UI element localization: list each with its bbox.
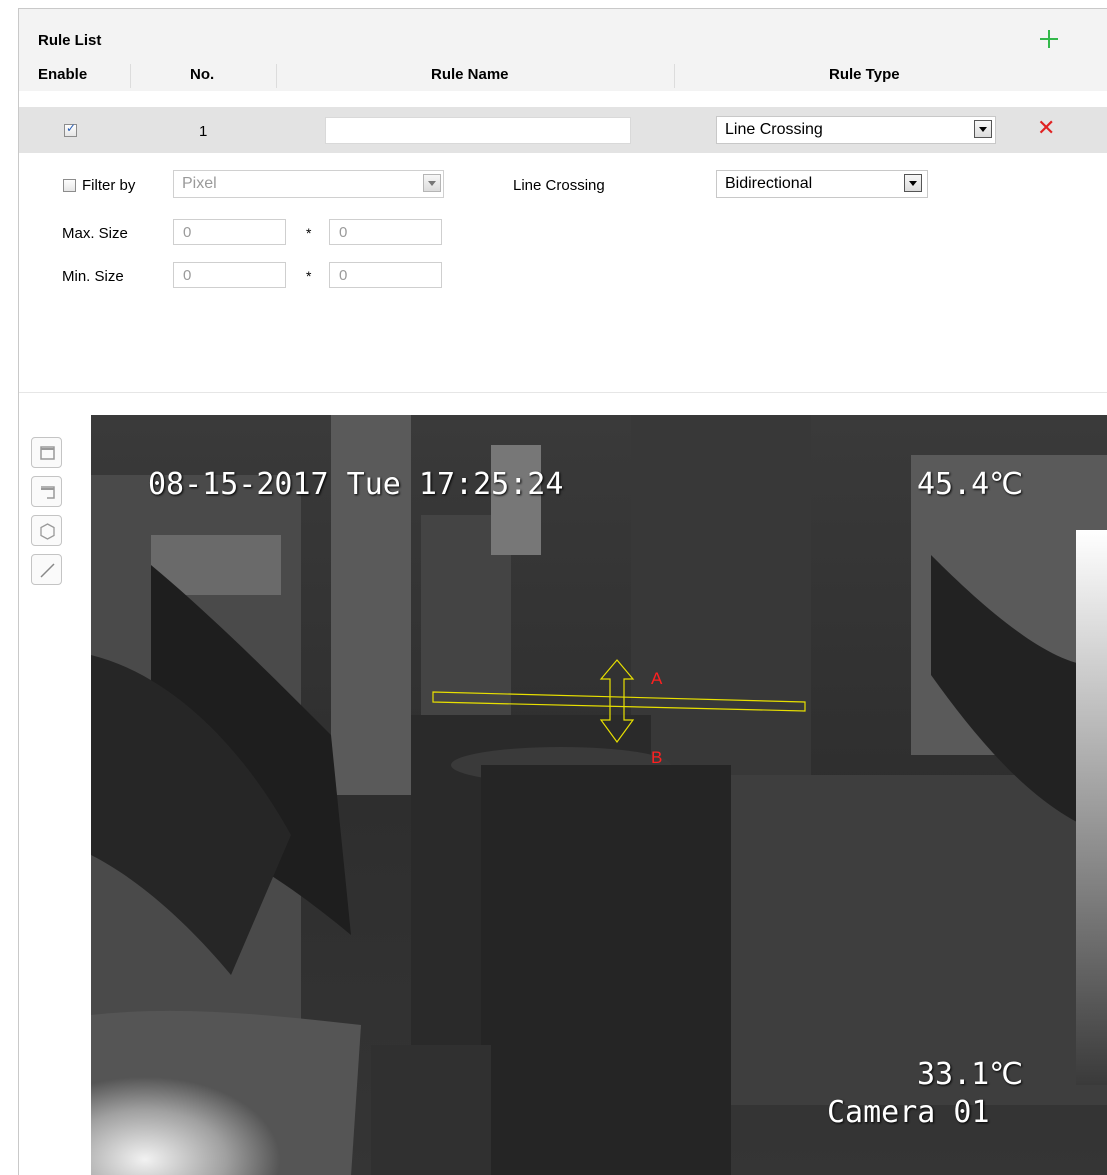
max-size-label: Max. Size — [62, 225, 128, 242]
filter-select[interactable]: Pixel — [173, 170, 444, 198]
plus-icon[interactable] — [1039, 29, 1059, 49]
max-width-input[interactable] — [173, 219, 286, 245]
polygon-icon[interactable] — [31, 515, 62, 546]
filter-checkbox[interactable] — [63, 179, 76, 192]
rectangle-icon[interactable] — [31, 437, 62, 468]
smart-event-config: Rule List Enable No. Rule Name Rule Type… — [18, 8, 1107, 1175]
min-width-input[interactable] — [173, 262, 286, 288]
chevron-down-icon — [974, 120, 992, 138]
filter-value: Pixel — [182, 175, 217, 192]
size-separator: * — [306, 268, 312, 284]
column-no: No. — [190, 66, 215, 83]
timestamp-overlay: 08-15-2017 Tue 17:25:24 — [148, 467, 564, 502]
rule-name-input[interactable] — [325, 117, 631, 144]
min-height-input[interactable] — [329, 262, 442, 288]
rule-type-select[interactable]: Line Crossing — [716, 116, 996, 144]
column-divider — [130, 64, 131, 88]
min-temp-overlay: 33.1℃ — [917, 1057, 1023, 1092]
rule-list-panel: Rule List Enable No. Rule Name Rule Type… — [19, 9, 1107, 393]
column-divider — [276, 64, 277, 88]
enable-checkbox[interactable] — [64, 121, 77, 137]
filter-by-label: Filter by — [82, 177, 136, 194]
column-divider — [674, 64, 675, 88]
column-rule-name: Rule Name — [431, 66, 509, 83]
rule-row: 1 Line Crossing ✕ — [19, 107, 1107, 153]
direction-select[interactable]: Bidirectional — [716, 170, 928, 198]
chevron-down-icon — [904, 174, 922, 192]
max-temp-overlay: 45.4℃ — [917, 467, 1023, 502]
max-height-input[interactable] — [329, 219, 442, 245]
rule-list-header — [19, 9, 1107, 91]
direction-value: Bidirectional — [725, 175, 813, 192]
rule-number: 1 — [199, 123, 208, 140]
size-separator: * — [306, 225, 312, 241]
chevron-down-icon — [423, 174, 441, 192]
side-a-label: A — [651, 669, 663, 688]
line-crossing-label: Line Crossing — [513, 177, 605, 194]
rule-list-title: Rule List — [38, 32, 102, 49]
min-size-label: Min. Size — [62, 268, 124, 285]
rule-type-value: Line Crossing — [725, 121, 823, 138]
partial-rectangle-icon[interactable] — [31, 476, 62, 507]
column-rule-type: Rule Type — [829, 66, 900, 83]
thermal-video-view[interactable]: 08-15-2017 Tue 17:25:24 45.4℃ 33.1℃ Came… — [91, 415, 1107, 1175]
column-enable: Enable — [38, 66, 88, 83]
close-icon[interactable]: ✕ — [1037, 118, 1055, 140]
line-icon[interactable] — [31, 554, 62, 585]
camera-name-overlay: Camera 01 — [827, 1095, 990, 1130]
side-b-label: B — [651, 748, 663, 767]
